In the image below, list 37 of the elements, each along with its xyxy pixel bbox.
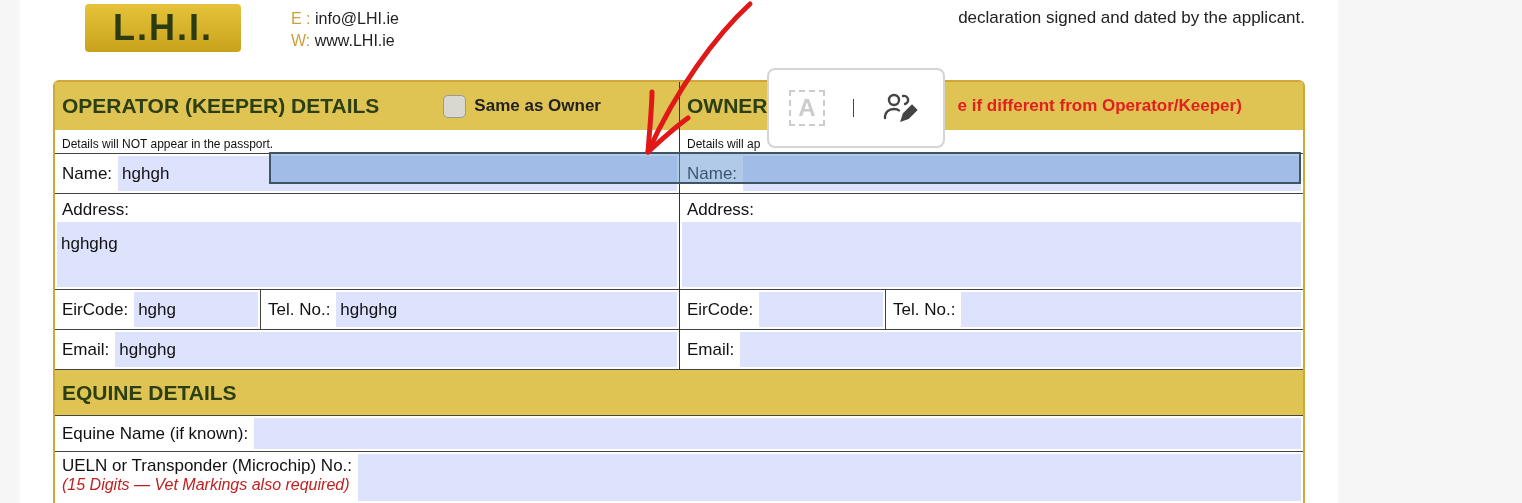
eircode-field[interactable]: hghg bbox=[134, 292, 258, 327]
logo: L.H.I. bbox=[85, 4, 241, 52]
phone-field[interactable] bbox=[961, 292, 1301, 327]
field-label: Tel. No.: bbox=[267, 298, 332, 321]
declaration-note: declaration signed and dated by the applicant. bbox=[958, 8, 1305, 28]
name-field[interactable] bbox=[743, 156, 1301, 191]
section-title: OPERATOR (KEEPER) DETAILS bbox=[62, 94, 380, 118]
field-label: Address: bbox=[686, 199, 756, 221]
section-subtitle: Details will ap bbox=[687, 137, 761, 151]
address-field[interactable] bbox=[682, 222, 1301, 287]
field-label: Address: bbox=[61, 199, 131, 221]
field-label: Tel. No.: bbox=[892, 298, 957, 321]
contact-line: E : info@LHI.ie bbox=[291, 9, 399, 29]
checkbox-label: Same as Owner bbox=[474, 96, 601, 116]
field-label: Name: bbox=[61, 162, 114, 185]
field-label: Equine Name (if known): bbox=[61, 422, 250, 445]
contact-line: W: www.LHI.ie bbox=[291, 31, 396, 51]
section-note: e if different from Operator/Keeper) bbox=[957, 96, 1242, 116]
phone-field[interactable]: hghghg bbox=[336, 292, 677, 327]
field-label: Email: bbox=[61, 338, 111, 361]
field-label: EirCode: bbox=[686, 298, 755, 321]
field-label: Email: bbox=[686, 338, 736, 361]
field-label: UELN or Transponder (Microchip) No.: bbox=[62, 456, 353, 476]
address-field[interactable]: hghghg bbox=[57, 222, 677, 287]
section-title: OWNER bbox=[687, 94, 768, 118]
microchip-field[interactable] bbox=[358, 454, 1301, 501]
field-hint: (15 Digits — Vet Markings also required) bbox=[62, 476, 351, 494]
eircode-field[interactable] bbox=[759, 292, 883, 327]
field-label: Name: bbox=[686, 162, 739, 185]
section-subtitle: Details will NOT appear in the passport. bbox=[62, 137, 274, 151]
email-field[interactable] bbox=[740, 332, 1301, 367]
email-field[interactable]: hghghg bbox=[115, 332, 677, 367]
equine-name-field[interactable] bbox=[254, 418, 1301, 449]
field-label: EirCode: bbox=[61, 298, 130, 321]
section-title: EQUINE DETAILS bbox=[62, 380, 237, 405]
checkbox[interactable] bbox=[443, 94, 467, 118]
name-field[interactable]: hghgh bbox=[118, 156, 677, 191]
